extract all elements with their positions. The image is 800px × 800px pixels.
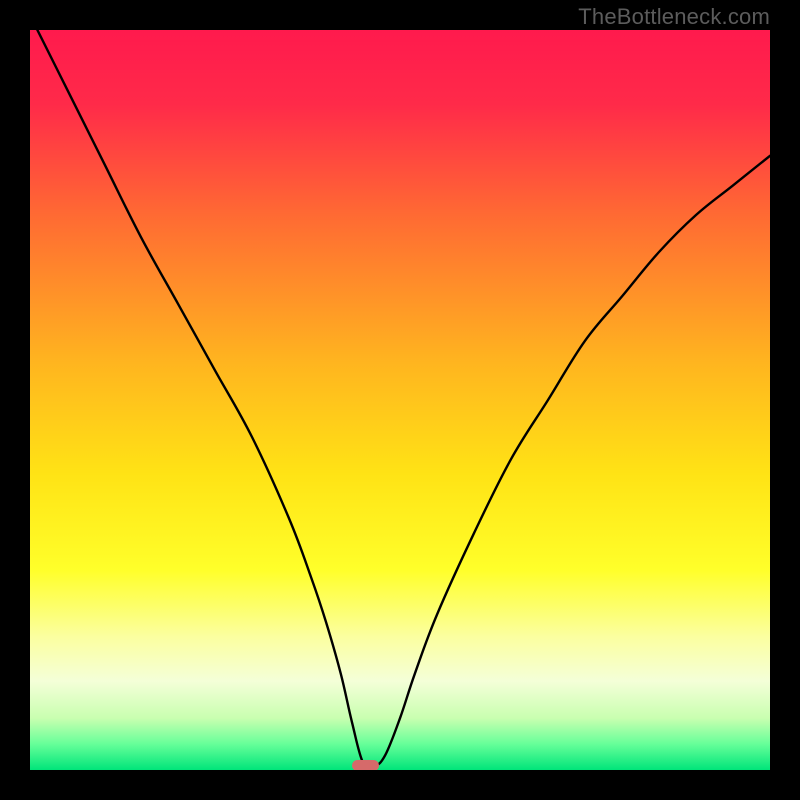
chart-frame: TheBottleneck.com	[0, 0, 800, 800]
bottleneck-curve	[30, 30, 770, 768]
curve-layer	[30, 30, 770, 770]
optimal-marker	[352, 760, 379, 770]
watermark-text: TheBottleneck.com	[578, 4, 770, 30]
plot-area	[30, 30, 770, 770]
